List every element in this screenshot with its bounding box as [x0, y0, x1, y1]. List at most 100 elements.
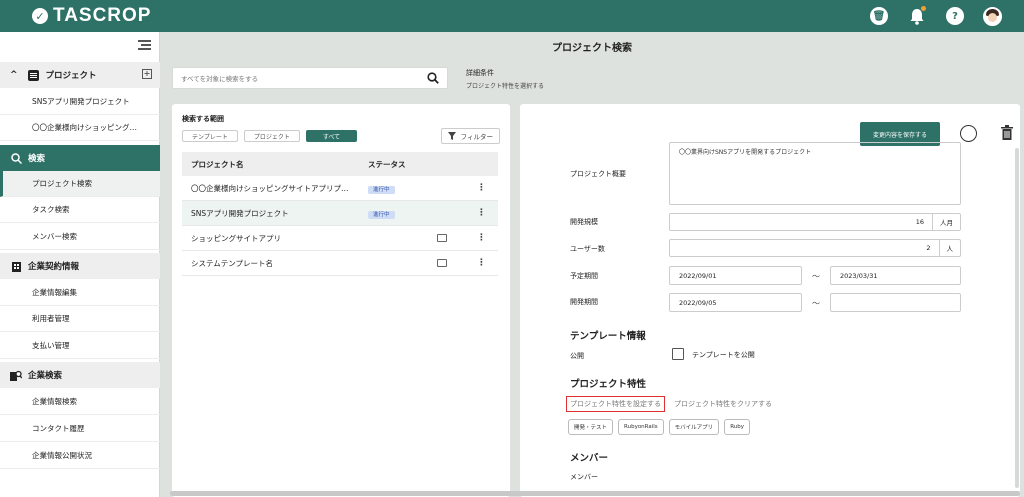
col-status-header: ステータス — [368, 159, 406, 169]
table-row[interactable]: ショッピングサイトアプリ ⋮ — [182, 226, 498, 251]
scope-all-button[interactable]: すべて — [305, 130, 358, 142]
users-value: 2 — [926, 244, 931, 252]
detail-title: 詳細条件 — [466, 69, 494, 77]
scale-label: 開発規模 — [570, 218, 598, 226]
traits-section-title: プロジェクト特性 — [570, 379, 647, 390]
trait-tag[interactable]: Ruby — [724, 419, 750, 435]
sidebar-item-project[interactable]: 〇〇企業様向けショッピング… — [0, 115, 160, 141]
project-detail-panel: 変更内容を保存する 〇〇業界向けSNSアプリを開発するプロジェクト プロジェクト… — [520, 104, 1020, 497]
trait-tag[interactable]: モバイルアプリ — [668, 419, 720, 435]
public-label: 公開 — [570, 352, 584, 360]
page-title: プロジェクト検索 — [552, 42, 632, 54]
scope-label: 検索する範囲 — [182, 115, 224, 123]
detail-sub[interactable]: プロジェクト特性を選択する — [466, 81, 544, 90]
table-row[interactable]: 〇〇企業様向けショッピングサイトアプリプ… 進行中 ⋮ — [182, 176, 498, 201]
more-options-icon[interactable]: ⋮ — [477, 258, 486, 268]
search-icon[interactable] — [427, 72, 439, 84]
public-checkbox-label[interactable]: テンプレートを公開 — [692, 350, 755, 360]
notification-dot — [921, 6, 926, 11]
template-icon — [437, 234, 447, 242]
scale-value: 16 — [915, 218, 924, 226]
hamburger-menu-icon[interactable] — [138, 40, 151, 50]
status-badge: 進行中 — [368, 185, 395, 194]
dev-start-field[interactable]: 2022/09/05 — [669, 293, 802, 312]
users-label: ユーザー数 — [570, 245, 605, 253]
status-badge: 進行中 — [368, 210, 395, 219]
planned-label: 予定期間 — [570, 272, 598, 280]
users-field[interactable]: 2 人 — [669, 239, 961, 257]
sidebar-section-search[interactable]: 検索 — [0, 145, 160, 171]
detail-conditions[interactable]: 詳細条件 プロジェクト特性を選択する — [466, 68, 544, 90]
scope-project-button[interactable]: プロジェクト — [243, 130, 300, 142]
results-table: プロジェクト名 ステータス 〇〇企業様向けショッピングサイトアプリプ… 進行中 … — [182, 152, 498, 276]
bell-icon[interactable] — [907, 6, 927, 26]
sidebar-section-label: 企業検索 — [28, 371, 63, 381]
sidebar-item-company-public[interactable]: 企業情報公開状況 — [0, 443, 160, 469]
sidebar-item-user-management[interactable]: 利用者管理 — [0, 306, 160, 332]
sidebar-section-company-search[interactable]: 企業検索 — [0, 362, 160, 388]
table-header: プロジェクト名 ステータス — [182, 152, 498, 176]
scale-field[interactable]: 16 人月 — [669, 213, 961, 231]
row-name: SNSアプリ開発プロジェクト — [191, 208, 289, 218]
overview-label: プロジェクト概要 — [570, 170, 626, 178]
sidebar-item-member-search[interactable]: メンバー検索 — [0, 224, 160, 250]
filter-label: フィルター — [460, 133, 493, 141]
search-input[interactable]: すべてを対象に検索をする — [172, 67, 448, 89]
overview-textarea[interactable]: 〇〇業界向けSNSアプリを開発するプロジェクト — [669, 142, 961, 205]
scope-template-button[interactable]: テンプレート — [182, 130, 238, 142]
clear-traits-link[interactable]: プロジェクト特性をクリアする — [674, 399, 772, 409]
filter-icon — [447, 132, 456, 140]
dev-label: 開発期間 — [570, 298, 598, 306]
trait-tag[interactable]: 開発・テスト — [568, 419, 614, 435]
sidebar-item-task-search[interactable]: タスク検索 — [0, 197, 160, 223]
more-options-icon[interactable]: ⋮ — [477, 233, 486, 243]
template-icon — [437, 259, 447, 267]
member-section-title: メンバー — [570, 453, 609, 464]
col-name-header: プロジェクト名 — [191, 159, 244, 169]
planned-end-field[interactable]: 2023/03/31 — [830, 266, 961, 285]
dev-end-field[interactable] — [830, 293, 961, 312]
users-unit: 人 — [938, 240, 961, 256]
delete-icon[interactable] — [1001, 125, 1013, 140]
sidebar-item-project-search[interactable]: プロジェクト検索 — [0, 171, 160, 197]
sidebar-section-label: 企業契約情報 — [28, 262, 80, 272]
sidebar-item-company-search[interactable]: 企業情報検索 — [0, 389, 160, 415]
sidebar-section-label: プロジェクト — [45, 71, 97, 81]
horizontal-scrollbar[interactable] — [170, 491, 1020, 496]
trait-tag[interactable]: RubyonRails — [618, 419, 664, 435]
row-name: 〇〇企業様向けショッピングサイトアプリプ… — [191, 183, 349, 193]
search-results-panel: 検索する範囲 テンプレート プロジェクト すべて フィルター プロジェクト名 ス… — [172, 104, 510, 497]
row-name: システムテンプレート名 — [191, 258, 274, 268]
vertical-scrollbar[interactable] — [1015, 148, 1019, 488]
logo-text: TASCROP — [53, 5, 152, 26]
check-icon: ✓ — [32, 8, 48, 24]
sidebar-item-contact-history[interactable]: コンタクト履歴 — [0, 416, 160, 442]
filter-button[interactable]: フィルター — [440, 128, 500, 144]
scale-unit: 人月 — [932, 214, 960, 230]
template-section-title: テンプレート情報 — [570, 331, 646, 342]
sidebar-item-company-edit[interactable]: 企業情報編集 — [0, 280, 160, 306]
company-search-icon — [10, 369, 22, 381]
table-row[interactable]: システムテンプレート名 ⋮ — [182, 251, 498, 276]
logo[interactable]: ✓ TASCROP — [32, 5, 151, 27]
more-options-icon[interactable]: ⋮ — [477, 208, 486, 218]
add-project-icon[interactable]: + — [142, 69, 152, 79]
sidebar-section-contract[interactable]: 企業契約情報 — [0, 253, 160, 279]
trash-icon[interactable]: 🗑 — [869, 6, 889, 26]
search-placeholder: すべてを対象に検索をする — [181, 75, 259, 83]
set-traits-link[interactable]: プロジェクト特性を設定する — [566, 396, 665, 412]
chevron-up-icon[interactable]: ^ — [10, 70, 18, 80]
tilde: ～ — [812, 272, 820, 281]
circle-icon[interactable] — [960, 125, 977, 142]
sidebar-section-label: 検索 — [28, 154, 46, 164]
more-options-icon[interactable]: ⋮ — [477, 183, 486, 193]
sidebar-section-project[interactable]: ^ プロジェクト + — [0, 62, 160, 88]
public-checkbox[interactable] — [672, 348, 684, 360]
sidebar-item-payment[interactable]: 支払い管理 — [0, 333, 160, 359]
table-row[interactable]: SNSアプリ開発プロジェクト 進行中 ⋮ — [182, 201, 498, 226]
planned-start-field[interactable]: 2022/09/01 — [669, 266, 802, 285]
help-icon[interactable]: ? — [945, 6, 965, 26]
avatar[interactable] — [983, 6, 1002, 26]
sidebar-item-project[interactable]: SNSアプリ開発プロジェクト — [0, 89, 160, 115]
member-label: メンバー — [570, 473, 598, 481]
